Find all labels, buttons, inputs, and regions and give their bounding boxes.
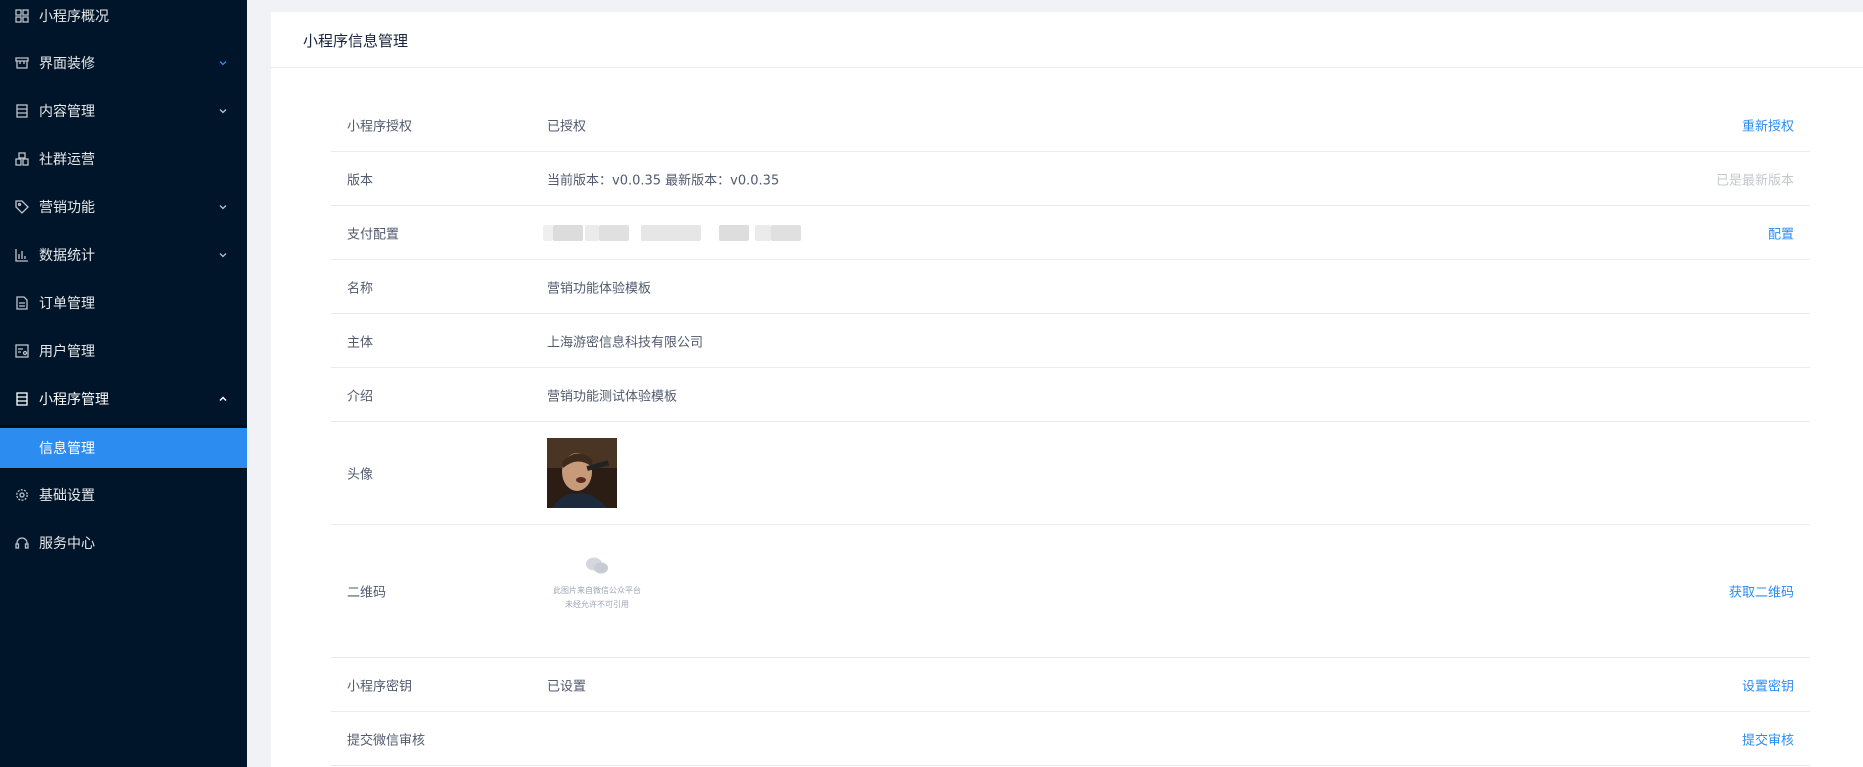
sidebar-item-label: 数据统计 (39, 248, 95, 264)
sidebar-subitem-info[interactable]: 信息管理 (0, 428, 247, 468)
chevron-down-icon (217, 57, 229, 69)
sidebar-item-label: 订单管理 (39, 296, 95, 312)
sidebar-item-label: 内容管理 (39, 104, 95, 120)
row-label: 介绍 (347, 389, 374, 404)
page-title: 小程序信息管理 (303, 32, 409, 50)
document-icon (14, 103, 30, 119)
latest-version-status: 已是最新版本 (1715, 173, 1794, 188)
row-label: 名称 (347, 281, 374, 296)
qrcode-placeholder: 此图片来自微信公众平台 未经允许不可引用 (547, 556, 647, 626)
chevron-down-icon (217, 201, 229, 213)
row-label: 小程序密钥 (347, 679, 413, 694)
row-label: 二维码 (347, 585, 387, 601)
sidebar-item-miniprogram[interactable]: 小程序管理 (0, 375, 247, 423)
shop-icon (14, 55, 30, 71)
row-avatar: 头像 (331, 422, 1810, 525)
row-value: 已授权 (547, 119, 587, 135)
row-value: 已设置 (547, 679, 587, 694)
set-secret-link[interactable]: 设置密钥 (1742, 675, 1794, 694)
sidebar-item-overview[interactable]: 小程序概况 (0, 0, 247, 40)
sidebar-item-label: 小程序管理 (39, 392, 109, 408)
row-label: 提交微信审核 (347, 733, 426, 748)
sidebar-item-orders[interactable]: 订单管理 (0, 279, 247, 327)
sidebar-item-settings[interactable]: 基础设置 (0, 471, 247, 519)
row-label: 主体 (347, 335, 374, 350)
row-payment: 支付配置 配置 (331, 206, 1810, 260)
row-secret: 小程序密钥 已设置 设置密钥 (331, 658, 1810, 712)
qrcode-placeholder-line2: 未经允许不可引用 (565, 600, 629, 609)
row-value: 当前版本：v0.0.35 最新版本：v0.0.35 (547, 173, 780, 188)
sidebar: 小程序概况 界面装修 内容管理 社群运营 营销功能 数据统计 订单管理 用户管理… (0, 0, 247, 767)
sidebar-item-label: 用户管理 (39, 344, 95, 360)
chevron-down-icon (217, 105, 229, 117)
sidebar-item-label: 界面装修 (39, 56, 95, 72)
document-icon (14, 391, 30, 407)
chevron-down-icon (217, 249, 229, 261)
grid-icon (14, 8, 30, 24)
card-header: 小程序信息管理 (271, 12, 1863, 68)
row-review: 提交微信审核 提交审核 (331, 712, 1810, 766)
chevron-up-icon (217, 393, 229, 405)
qrcode-placeholder-line1: 此图片来自微信公众平台 (553, 586, 641, 595)
row-name: 名称 营销功能体验模板 (331, 260, 1810, 314)
reauthorize-link[interactable]: 重新授权 (1742, 116, 1794, 135)
sidebar-item-marketing[interactable]: 营销功能 (0, 183, 247, 231)
row-label: 支付配置 (347, 227, 400, 242)
tag-icon (14, 199, 30, 215)
sidebar-item-decoration[interactable]: 界面装修 (0, 39, 247, 87)
row-value: 营销功能体验模板 (547, 281, 652, 296)
configure-payment-link[interactable]: 配置 (1768, 223, 1794, 242)
sidebar-item-content[interactable]: 内容管理 (0, 87, 247, 135)
row-intro: 介绍 营销功能测试体验模板 (331, 368, 1810, 422)
row-version: 版本 当前版本：v0.0.35 最新版本：v0.0.35 已是最新版本 (331, 152, 1810, 206)
bar-chart-icon (14, 247, 30, 263)
file-icon (14, 295, 30, 311)
wechat-icon (547, 556, 647, 584)
sidebar-item-service[interactable]: 服务中心 (0, 519, 247, 567)
sidebar-item-community[interactable]: 社群运营 (0, 135, 247, 183)
redacted-payment-value (543, 224, 843, 241)
row-label: 小程序授权 (347, 119, 413, 135)
gear-icon (14, 487, 30, 503)
row-value: 上海游密信息科技有限公司 (547, 335, 704, 350)
sidebar-item-users[interactable]: 用户管理 (0, 327, 247, 375)
sidebar-item-label: 基础设置 (39, 488, 95, 504)
get-qrcode-link[interactable]: 获取二维码 (1729, 582, 1794, 601)
row-label: 头像 (347, 467, 374, 483)
sidebar-item-label: 社群运营 (39, 152, 95, 168)
sidebar-item-statistics[interactable]: 数据统计 (0, 231, 247, 279)
sidebar-item-label: 小程序概况 (39, 9, 109, 25)
sidebar-subitem-label: 信息管理 (39, 441, 95, 457)
headset-icon (14, 535, 30, 551)
community-icon (14, 151, 30, 167)
row-label: 版本 (347, 173, 374, 188)
submit-review-link[interactable]: 提交审核 (1742, 729, 1794, 748)
sidebar-item-label: 营销功能 (39, 200, 95, 216)
row-authorization: 小程序授权 已授权 重新授权 (331, 99, 1810, 152)
row-value: 营销功能测试体验模板 (547, 389, 678, 404)
user-card-icon (14, 343, 30, 359)
sidebar-item-label: 服务中心 (39, 536, 95, 552)
avatar (547, 438, 617, 508)
info-card: 小程序信息管理 小程序授权 已授权 重新授权 版本 当前版本：v0.0.35 最… (271, 12, 1863, 767)
row-qrcode: 二维码 此图片来自微信公众平台 未经允许不可引用 获取二维码 (331, 525, 1810, 658)
row-entity: 主体 上海游密信息科技有限公司 (331, 314, 1810, 368)
